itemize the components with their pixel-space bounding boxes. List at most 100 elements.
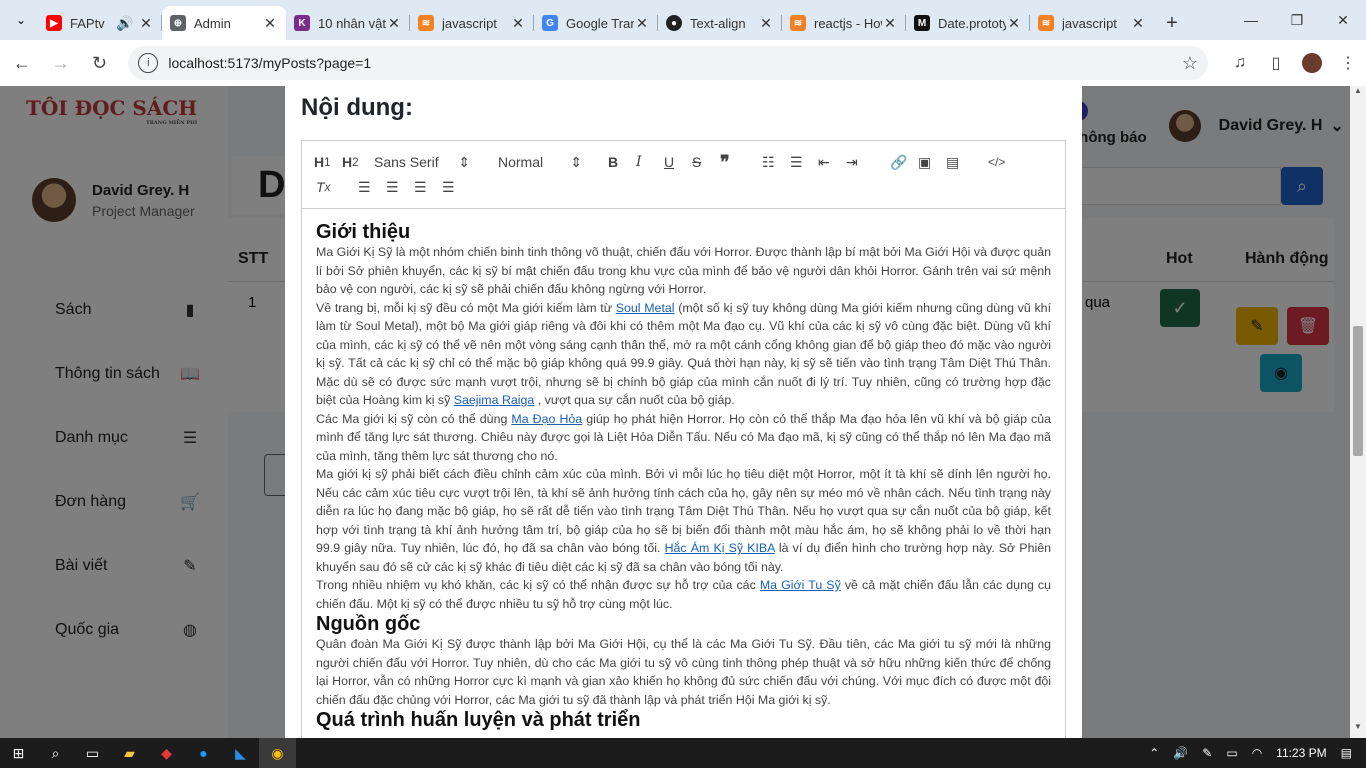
speaker-icon[interactable]: 🔊 — [116, 15, 133, 32]
updown-caret-icon: ⇕ — [458, 153, 470, 170]
code-icon[interactable]: </> — [988, 151, 1005, 173]
rich-text-editor: H1 H2 Sans Serif ⇕ Normal ⇕ B I U S ❞ ☷ ☰ … — [301, 140, 1066, 738]
address-bar[interactable]: i localhost:5173/myPosts?page=1 ☆ — [128, 46, 1208, 80]
reload-icon[interactable]: ↻ — [83, 46, 117, 80]
ordered-list-icon[interactable]: ☷ — [762, 151, 775, 173]
volume-icon[interactable]: 🔊 — [1173, 746, 1188, 760]
youtube-icon: ▶ — [46, 15, 62, 31]
vscode-icon[interactable]: ◣ — [222, 738, 259, 768]
browser-tab[interactable]: K 10 nhân vật ✕ — [286, 6, 410, 40]
browser-tab[interactable]: ▶ FAPtv 🔊 ✕ — [38, 6, 162, 40]
browser-tab-active[interactable]: ⊕ Admin ✕ — [162, 6, 286, 40]
heading2-icon[interactable]: H2 — [342, 151, 359, 173]
browser-tab[interactable]: ≋ reactjs - How ✕ — [782, 6, 906, 40]
close-icon[interactable]: ✕ — [882, 15, 898, 32]
clear-format-icon[interactable]: Tx — [316, 176, 330, 198]
notification-center-icon[interactable]: ▤ — [1341, 746, 1352, 760]
close-icon[interactable]: ✕ — [634, 15, 650, 32]
browser-tab[interactable]: M Date.prototype ✕ — [906, 6, 1030, 40]
back-arrow-icon[interactable]: ← — [5, 46, 39, 80]
zalo-icon[interactable]: ● — [185, 738, 222, 768]
underline-icon[interactable]: U — [664, 151, 674, 173]
modal-title: Nội dung: — [301, 94, 413, 121]
close-window-icon[interactable]: ✕ — [1320, 0, 1366, 40]
scrollbar-thumb[interactable] — [1353, 326, 1363, 456]
align-right-icon[interactable]: ☰ — [414, 176, 427, 198]
pen-icon[interactable]: ✎ — [1202, 746, 1212, 760]
section-heading: Nguồn gốc — [316, 613, 421, 635]
battery-icon[interactable]: ▭ — [1226, 746, 1237, 760]
align-left-icon[interactable]: ☰ — [358, 176, 371, 198]
clock[interactable]: 11:23 PM — [1276, 746, 1326, 760]
windows-start-icon[interactable]: ⊞ — [0, 738, 37, 768]
info-icon[interactable]: i — [138, 53, 159, 73]
browser-toolbar: ← → ↻ i localhost:5173/myPosts?page=1 ☆ … — [0, 40, 1366, 86]
stackoverflow-icon: ≋ — [790, 15, 806, 31]
browser-tab[interactable]: G Google Translate ✕ — [534, 6, 658, 40]
scroll-up-icon[interactable]: ▲ — [1350, 86, 1366, 102]
strike-icon[interactable]: S — [692, 151, 701, 173]
align-justify-icon[interactable]: ☰ — [442, 176, 455, 198]
chevron-up-icon[interactable]: ⌃ — [1149, 746, 1159, 760]
page-scrollbar[interactable]: ▲ ▼ — [1350, 86, 1366, 738]
url-text[interactable]: localhost:5173/myPosts?page=1 — [168, 55, 1181, 71]
close-icon[interactable]: ✕ — [758, 15, 774, 32]
blockquote-icon[interactable]: ❞ — [720, 151, 730, 173]
link[interactable]: Hắc Ám Kị Sỹ KIBA — [665, 541, 775, 555]
github-icon: ● — [666, 15, 682, 31]
minimize-icon[interactable]: — — [1228, 0, 1274, 40]
bookmark-star-icon[interactable]: ☆ — [1182, 53, 1198, 74]
video-icon[interactable]: ▤ — [946, 151, 959, 173]
close-icon[interactable]: ✕ — [386, 15, 402, 32]
paragraph: Trong nhiều nhiệm vụ khó khăn, các kị sỹ… — [316, 578, 1052, 611]
file-explorer-icon[interactable]: ▰ — [111, 738, 148, 768]
link[interactable]: Ma Đạo Hỏa — [511, 412, 582, 426]
close-icon[interactable]: ✕ — [138, 15, 154, 32]
scroll-down-icon[interactable]: ▼ — [1350, 722, 1366, 738]
link-icon[interactable]: 🔗 — [890, 151, 907, 173]
tab-search-button[interactable]: ⌄ — [8, 8, 34, 32]
restore-icon[interactable]: ❐ — [1274, 0, 1320, 40]
taskbar: ⊞ ⌕ ▭ ▰ ◆ ● ◣ ◉ ⌃ 🔊 ✎ ▭ ◠ 11:23 PM ▤ — [0, 738, 1366, 768]
editor-content[interactable]: Giới thiệu Ma Giới Kị Sỹ là một nhóm chi… — [302, 209, 1065, 738]
italic-icon[interactable]: I — [636, 151, 642, 173]
stackoverflow-icon: ≋ — [1038, 15, 1054, 31]
search-icon[interactable]: ⌕ — [37, 738, 74, 768]
app-red-icon[interactable]: ◆ — [148, 738, 185, 768]
bold-icon[interactable]: B — [608, 151, 618, 173]
link[interactable]: Saejima Raiga — [454, 393, 535, 407]
bullet-list-icon[interactable]: ☰ — [790, 151, 803, 173]
system-tray: ⌃ 🔊 ✎ ▭ ◠ 11:23 PM ▤ — [1142, 738, 1366, 768]
task-view-icon[interactable]: ▭ — [74, 738, 111, 768]
link[interactable]: Ma Giới Tu Sỹ — [760, 578, 841, 592]
browser-tab[interactable]: ● Text-align ✕ — [658, 6, 782, 40]
globe-icon: ⊕ — [170, 15, 186, 31]
section-heading: Giới thiệu — [316, 221, 411, 243]
chrome-icon[interactable]: ◉ — [259, 738, 296, 768]
media-control-icon[interactable]: ♫ — [1222, 54, 1258, 72]
close-icon[interactable]: ✕ — [1006, 15, 1022, 32]
heading1-icon[interactable]: H1 — [314, 151, 331, 173]
menu-kebab-icon[interactable]: ⋮ — [1330, 53, 1366, 73]
align-center-icon[interactable]: ☰ — [386, 176, 399, 198]
link[interactable]: Soul Metal — [616, 301, 675, 315]
browser-tab[interactable]: ≋ javascript ✕ — [1030, 6, 1154, 40]
image-icon[interactable]: ▣ — [918, 151, 931, 173]
close-icon[interactable]: ✕ — [262, 15, 278, 32]
font-select[interactable]: Sans Serif ⇕ — [374, 151, 470, 173]
paragraph: Quân đoàn Ma Giới Kị Sỹ được thành lập b… — [316, 637, 1051, 707]
close-icon[interactable]: ✕ — [1130, 15, 1146, 32]
site-k-icon: K — [294, 15, 310, 31]
side-panel-icon[interactable]: ▯ — [1258, 53, 1294, 73]
profile-avatar[interactable]: I — [1302, 53, 1322, 73]
outdent-icon[interactable]: ⇤ — [818, 151, 830, 173]
close-icon[interactable]: ✕ — [510, 15, 526, 32]
forward-arrow-icon[interactable]: → — [44, 46, 78, 80]
wifi-icon[interactable]: ◠ — [1252, 746, 1262, 760]
new-tab-button[interactable]: + — [1154, 6, 1190, 40]
paragraph: Về trang bị, mỗi kị sỹ đều có một Ma giớ… — [316, 300, 1052, 408]
indent-icon[interactable]: ⇥ — [846, 151, 858, 173]
size-select[interactable]: Normal ⇕ — [498, 151, 582, 173]
browser-tab-bar: ⌄ ▶ FAPtv 🔊 ✕ ⊕ Admin ✕ K 10 nhân vật ✕ … — [0, 0, 1366, 40]
browser-tab[interactable]: ≋ javascript ✕ — [410, 6, 534, 40]
